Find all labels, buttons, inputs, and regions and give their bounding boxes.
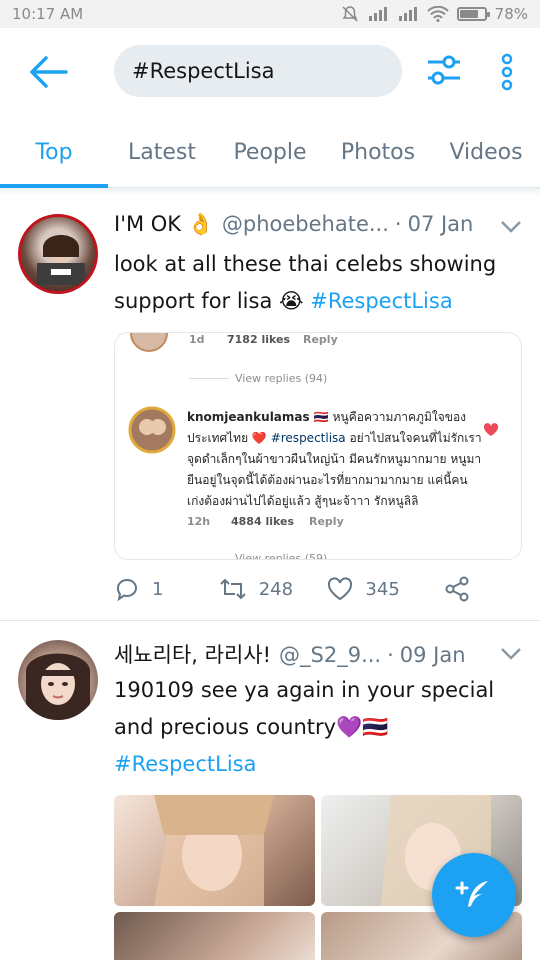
tweet-text: look at all these thai celebs showing su… xyxy=(114,246,522,320)
tweet-image[interactable]: 1d 7182 likes Reply View replies (94) kn… xyxy=(114,332,522,560)
display-name[interactable]: 세뇨리타, 라리사! xyxy=(114,639,271,669)
reply-button[interactable]: 1 xyxy=(114,576,219,602)
tweet-date: 09 Jan xyxy=(399,643,466,667)
user-handle[interactable]: @phoebehate... xyxy=(222,212,389,236)
comment-reply: Reply xyxy=(309,515,344,528)
tweet-header: I'M OK 👌 @phoebehate... · 07 Jan xyxy=(114,212,492,237)
comment-likes: 4884 likes xyxy=(231,515,295,528)
commenter-avatar xyxy=(128,406,176,454)
card-top-time: 1d xyxy=(189,333,205,346)
tweet-date: 07 Jan xyxy=(407,212,474,236)
filter-icon[interactable] xyxy=(426,52,462,88)
card-comment: knomjeankulamas 🇹🇭 หนูคือความภาคภูมิใจขอ… xyxy=(187,407,483,512)
like-count: 345 xyxy=(365,578,400,600)
mute-icon xyxy=(342,6,358,22)
battery-percent: 78% xyxy=(494,5,528,23)
separator-dot: · xyxy=(387,643,394,667)
tab-label: Videos xyxy=(449,139,523,165)
tweet-photo[interactable] xyxy=(114,795,315,906)
comment-hashtag: #respectlisa xyxy=(270,431,346,445)
search-query: #RespectLisa xyxy=(132,59,275,83)
view-replies: View replies (94) xyxy=(235,372,328,385)
tab-label: Top xyxy=(35,139,73,165)
battery-icon xyxy=(456,7,490,21)
back-arrow-icon[interactable] xyxy=(26,54,70,90)
heart-filled-icon xyxy=(483,423,499,436)
tab-top[interactable]: Top xyxy=(0,116,108,188)
reply-icon xyxy=(116,578,137,602)
status-bar: 10:17 AM 78% xyxy=(0,0,540,28)
divider-line xyxy=(189,378,229,379)
heart-icon xyxy=(328,577,353,601)
compose-tweet-button[interactable] xyxy=(432,853,516,937)
hashtag-link[interactable]: #RespectLisa xyxy=(114,752,256,776)
avatar-image xyxy=(26,653,90,720)
signal-icon xyxy=(368,7,387,21)
tweet-actions: 1 248 345 xyxy=(114,572,470,606)
like-button[interactable]: 345 xyxy=(327,577,444,601)
tab-label: Latest xyxy=(128,139,196,165)
display-name[interactable]: I'M OK 👌 xyxy=(114,212,214,237)
retweet-button[interactable]: 248 xyxy=(219,578,328,600)
card-top-reply: Reply xyxy=(303,333,338,346)
reply-count: 1 xyxy=(152,578,164,600)
tabs-shadow xyxy=(0,188,540,196)
more-options-icon[interactable] xyxy=(497,52,517,92)
photo-image xyxy=(154,795,274,906)
comment-time: 12h xyxy=(187,515,211,528)
hashtag-link[interactable]: #RespectLisa xyxy=(310,289,452,313)
tweet-photo[interactable] xyxy=(114,912,315,960)
avatar-image xyxy=(37,235,85,285)
signal-icon-2 xyxy=(398,7,417,21)
status-icons: 78% xyxy=(341,5,528,23)
wifi-icon xyxy=(426,6,449,22)
user-handle[interactable]: @_S2_9... xyxy=(279,643,381,667)
tweet-text: 190109 see ya again in your special and … xyxy=(114,672,522,783)
retweet-count: 248 xyxy=(258,578,294,600)
status-time: 10:17 AM xyxy=(12,5,84,23)
chevron-down-icon[interactable] xyxy=(500,220,522,234)
avatar[interactable] xyxy=(18,640,98,720)
battery-fill xyxy=(459,10,479,18)
tweet-body: 190109 see ya again in your special and … xyxy=(114,678,495,739)
avatar[interactable] xyxy=(18,214,98,294)
chevron-down-icon[interactable] xyxy=(500,647,522,661)
share-button[interactable] xyxy=(444,576,470,602)
card-top-likes: 7182 likes xyxy=(227,333,291,346)
separator-dot: · xyxy=(394,212,402,236)
search-tabs: Top Latest People Photos Videos xyxy=(0,116,540,188)
share-icon xyxy=(445,576,469,602)
tweet-header: 세뇨리타, 라리사! @_S2_9... · 09 Jan xyxy=(114,639,492,669)
tab-label: People xyxy=(233,139,307,165)
tab-videos[interactable]: Videos xyxy=(432,116,540,188)
retweet-icon xyxy=(220,578,246,600)
tab-photos[interactable]: Photos xyxy=(324,116,432,188)
commenter-avatar-top xyxy=(130,333,168,352)
divider-line xyxy=(187,559,227,560)
commenter-name: knomjeankulamas 🇹🇭 xyxy=(187,410,329,424)
search-input[interactable]: #RespectLisa xyxy=(114,45,402,97)
tab-label: Photos xyxy=(340,139,416,165)
tab-people[interactable]: People xyxy=(216,116,324,188)
view-replies-2: View replies (59) xyxy=(235,552,328,560)
compose-feather-icon xyxy=(455,881,488,907)
search-header: #RespectLisa xyxy=(0,28,540,116)
tab-latest[interactable]: Latest xyxy=(108,116,216,188)
